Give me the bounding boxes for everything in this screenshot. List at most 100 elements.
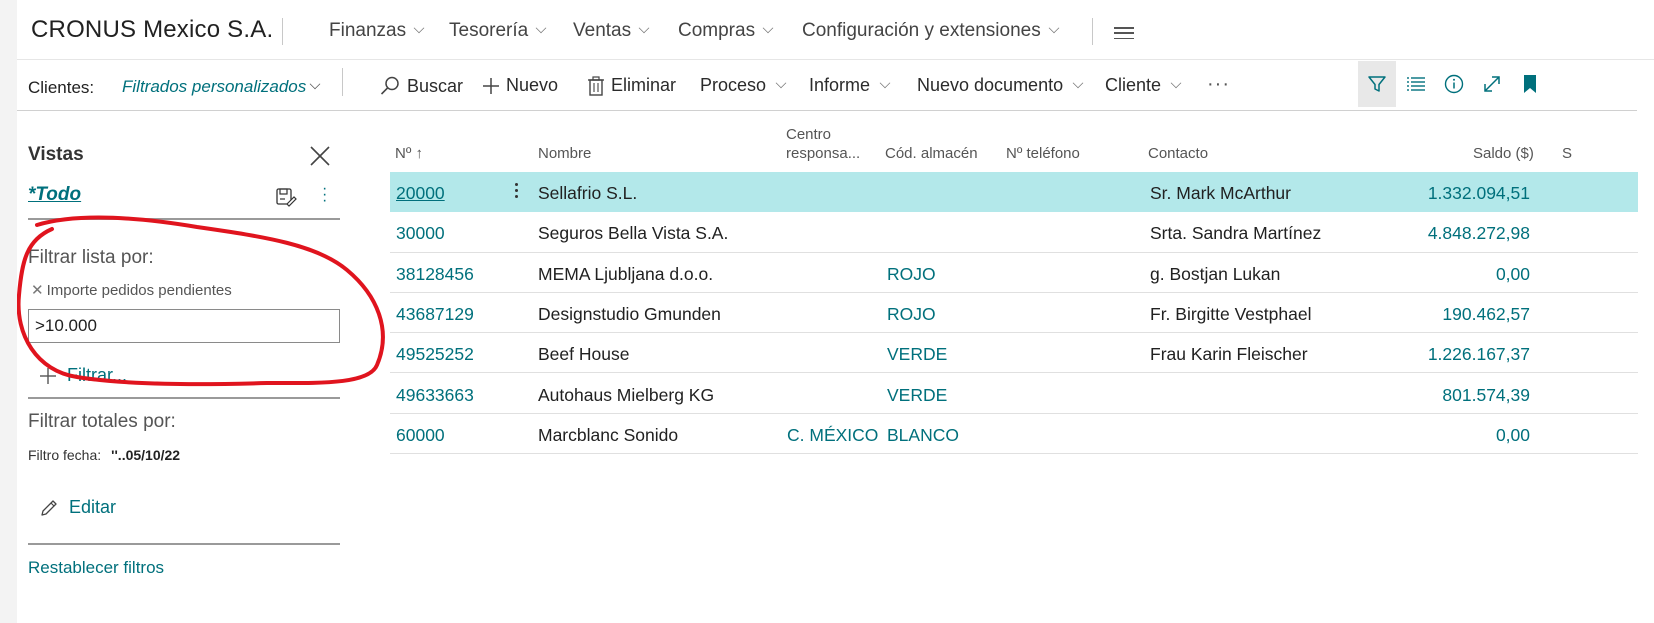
divider (28, 218, 340, 220)
table-row[interactable]: 30000 Seguros Bella Vista S.A. Srta. Sandr… (390, 212, 1638, 253)
col-header-saldo[interactable]: Saldo ($) (1473, 144, 1534, 163)
close-icon[interactable] (308, 144, 332, 168)
list-view-toggle[interactable] (1397, 61, 1435, 107)
cell-no[interactable]: 49525252 (396, 344, 474, 365)
view-selector[interactable]: Filtrados personalizados (122, 77, 321, 97)
cell-no[interactable]: 60000 (396, 425, 445, 446)
cell-nombre: Sellafrio S.L. (538, 183, 638, 203)
cell-no[interactable]: 49633663 (396, 385, 474, 406)
cell-no[interactable]: 30000 (396, 223, 445, 244)
col-header-telefono[interactable]: Nº teléfono (1006, 144, 1080, 163)
bookmark-button[interactable] (1511, 61, 1549, 107)
informe-menu[interactable]: Informe (809, 75, 891, 96)
table-row[interactable]: 49525252 Beef House VERDE Frau Karin Fleisc… (390, 333, 1638, 374)
col-header-next[interactable]: S (1562, 144, 1572, 163)
view-options-icon[interactable]: · · · (322, 181, 327, 209)
cell-almacen[interactable]: ROJO (887, 304, 936, 325)
reset-filters-link[interactable]: Restablecer filtros (28, 558, 164, 578)
table-row[interactable]: 49633663 Autohaus Mielberg KG VERDE 801.574… (390, 374, 1638, 414)
add-filter-label: Filtrar... (67, 365, 128, 385)
filter-totals-heading: Filtrar totales por: (28, 411, 176, 432)
menu-label: Finanzas (329, 20, 407, 41)
cell-saldo[interactable]: 1.332.094,51 (1380, 183, 1530, 204)
cell-contacto: Sr. Mark McArthur (1150, 183, 1291, 203)
search-label: Buscar (407, 75, 464, 96)
date-filter[interactable]: Filtro fecha: ''..05/10/22 (28, 447, 180, 463)
cell-almacen[interactable]: ROJO (887, 264, 936, 285)
menu-compras[interactable]: Compras (678, 20, 774, 42)
filter-pane: Vistas *Todo · · · Filtrar lista por: ✕ Im… (17, 111, 357, 623)
company-name[interactable]: CRONUS Mexico S.A. (31, 16, 273, 44)
cell-almacen[interactable]: BLANCO (887, 425, 959, 446)
action-bar: Clientes: Filtrados personalizados Busca… (17, 61, 1654, 111)
cell-saldo[interactable]: 801.574,39 (1380, 385, 1530, 406)
cell-saldo[interactable]: 0,00 (1380, 264, 1530, 285)
search-button[interactable]: Buscar (379, 75, 463, 97)
table-row[interactable]: 38128456 MEMA Ljubljana d.o.o. ROJO g. Bost… (390, 253, 1638, 293)
cell-saldo[interactable]: 4.848.272,98 (1380, 223, 1530, 244)
divider (28, 397, 340, 399)
filter-list-heading: Filtrar lista por: (28, 247, 154, 268)
cell-nombre: Beef House (538, 344, 630, 365)
table-row[interactable]: 43687129 Designstudio Gmunden ROJO Fr. Birg… (390, 293, 1638, 334)
cliente-menu[interactable]: Cliente (1105, 75, 1182, 96)
col-header-centro-line2: responsa... (786, 145, 861, 162)
filter-field-label: Importe pedidos pendientes (46, 281, 232, 299)
delete-button[interactable]: Eliminar (587, 75, 676, 96)
expand-icon (1484, 76, 1500, 92)
date-filter-value: ''..05/10/22 (111, 447, 181, 463)
cell-centro[interactable]: C. MÉXICO (787, 425, 878, 446)
page: CRONUS Mexico S.A. Finanzas Tesorería Ve… (17, 0, 1654, 623)
save-view-icon[interactable] (275, 187, 297, 207)
cliente-label: Cliente (1105, 75, 1162, 95)
cell-nombre: Seguros Bella Vista S.A. (538, 223, 729, 244)
hamburger-menu-icon[interactable] (1114, 27, 1134, 40)
proceso-menu[interactable]: Proceso (700, 75, 787, 96)
col-header-contacto[interactable]: Contacto (1148, 144, 1208, 163)
edit-label: Editar (69, 497, 117, 517)
col-header-centro[interactable]: Centro responsa... (786, 125, 860, 163)
menu-configuracion[interactable]: Configuración y extensiones (802, 20, 1060, 42)
menu-ventas[interactable]: Ventas (573, 20, 650, 42)
cell-no[interactable]: 20000 (396, 183, 445, 204)
cell-no[interactable]: 43687129 (396, 304, 474, 325)
chevron-down-icon (879, 77, 891, 88)
new-label: Nuevo (506, 75, 559, 95)
filter-pane-toggle[interactable] (1358, 61, 1396, 107)
cell-saldo[interactable]: 190.462,57 (1380, 304, 1530, 325)
expand-button[interactable] (1473, 61, 1511, 107)
filter-value-input[interactable] (28, 309, 340, 343)
nuevo-documento-menu[interactable]: Nuevo documento (917, 75, 1084, 96)
col-header-centro-line1: Centro (786, 126, 832, 143)
views-title: Vistas (28, 144, 84, 165)
edit-totals-button[interactable]: Editar (39, 497, 116, 518)
plus-icon (40, 367, 56, 384)
col-header-nombre[interactable]: Nombre (538, 144, 591, 163)
table-row[interactable]: 20000 Sellafrio S.L. Sr. Mark McArthur 1.33… (390, 172, 1638, 213)
cell-no[interactable]: 38128456 (396, 264, 474, 285)
current-view-link[interactable]: *Todo (28, 184, 81, 206)
menu-label: Compras (678, 20, 756, 41)
cell-almacen[interactable]: VERDE (887, 385, 947, 406)
col-header-almacen[interactable]: Cód. almacén (885, 144, 978, 163)
more-actions-button[interactable]: ··· (1207, 73, 1230, 96)
cell-saldo[interactable]: 0,00 (1380, 425, 1530, 446)
cell-almacen[interactable]: VERDE (887, 344, 947, 365)
chevron-down-icon (535, 22, 547, 34)
menu-tesoreria[interactable]: Tesorería (449, 20, 547, 42)
table-row[interactable]: 60000 Marcblanc Sonido C. MÉXICO BLANCO 0,00 (390, 414, 1638, 455)
search-icon (380, 76, 399, 95)
row-actions-icon[interactable] (509, 180, 523, 204)
filter-icon (1368, 76, 1386, 92)
factbox-toggle[interactable] (1435, 61, 1473, 107)
cell-saldo[interactable]: 1.226.167,37 (1380, 344, 1530, 365)
menu-finanzas[interactable]: Finanzas (329, 20, 425, 42)
cell-nombre: MEMA Ljubljana d.o.o. (538, 263, 714, 284)
pencil-icon (41, 499, 57, 516)
add-filter-button[interactable]: Filtrar... (39, 365, 127, 386)
col-header-no[interactable]: Nº ↑ (395, 144, 423, 163)
remove-filter-icon[interactable]: ✕ (31, 281, 44, 299)
top-navigation: CRONUS Mexico S.A. Finanzas Tesorería Ve… (17, 0, 1654, 60)
info-icon (1444, 74, 1464, 94)
new-button[interactable]: Nuevo (482, 75, 558, 96)
